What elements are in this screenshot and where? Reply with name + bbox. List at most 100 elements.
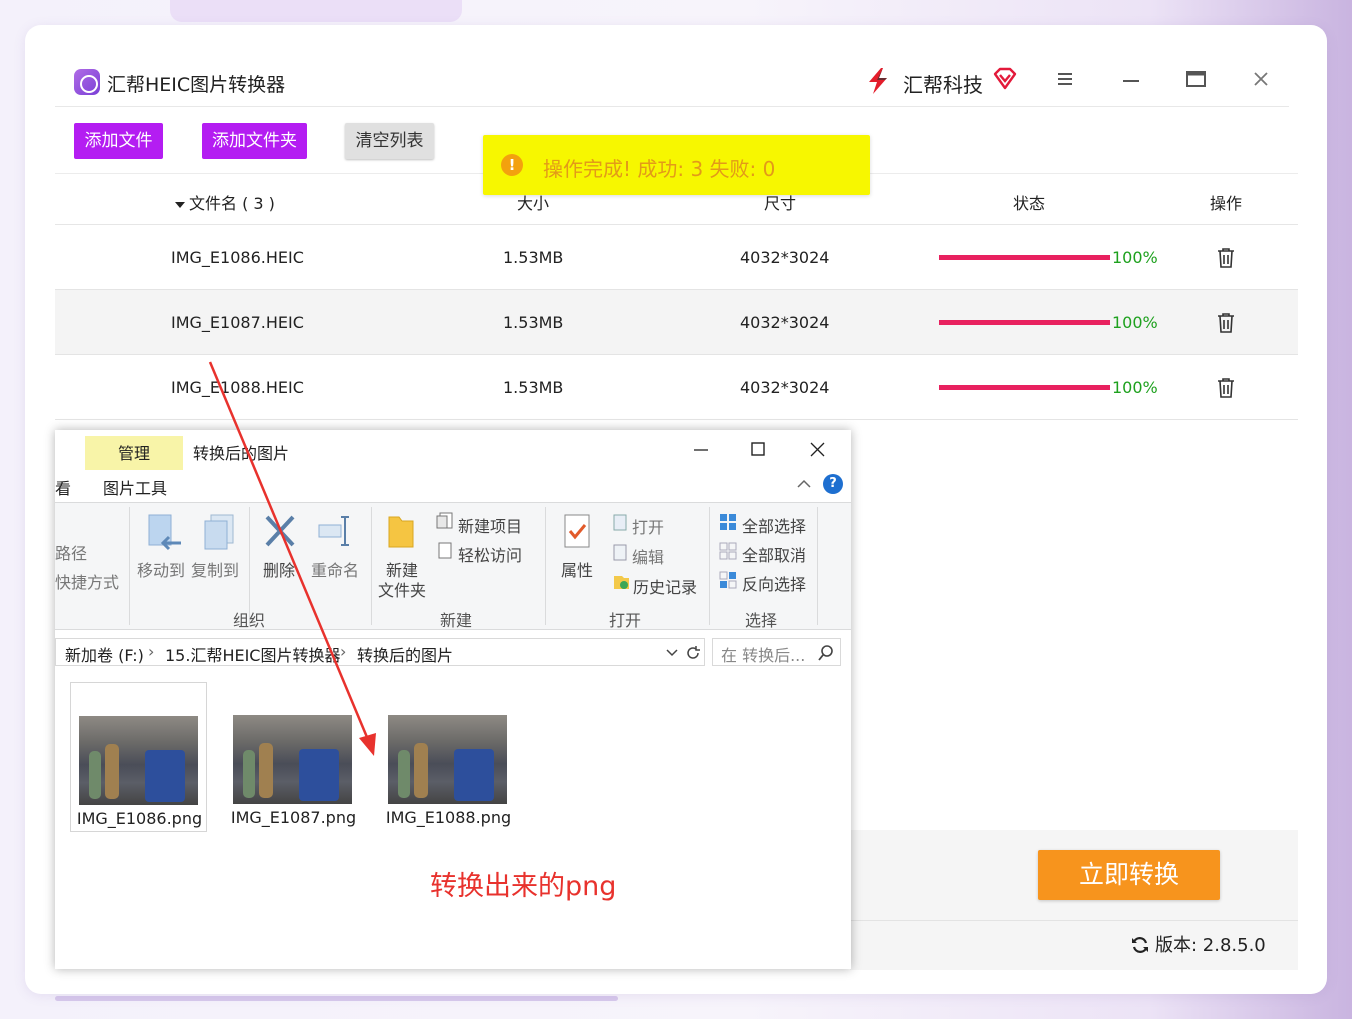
annotation-caption: 转换出来的png: [430, 871, 617, 902]
invert-selection-button[interactable]: 反向选择: [742, 571, 806, 595]
copy-to-button[interactable]: 复制到: [191, 557, 239, 581]
new-folder-icon: [388, 516, 414, 548]
file-size: 1.53MB: [503, 313, 564, 332]
add-file-button[interactable]: 添加文件: [74, 123, 163, 159]
trash-icon[interactable]: [1216, 247, 1236, 269]
breadcrumb-folder[interactable]: 15.汇帮HEIC图片转换器: [165, 642, 340, 666]
photo-thumbnail: [233, 715, 352, 804]
background-bar: [55, 996, 618, 1001]
rename-button[interactable]: 重命名: [311, 557, 359, 581]
version-label: 版本: 2.8.5.0: [1155, 935, 1266, 956]
breadcrumb-chevron-icon: ›: [148, 642, 155, 661]
group-organize: 组织: [233, 611, 266, 630]
group-open: 打开: [609, 611, 642, 630]
search-placeholder: 在 转换后...: [721, 646, 806, 665]
select-all-icon: [720, 514, 736, 530]
title-bar: 汇帮HEIC图片转换器 汇帮科技: [55, 55, 1289, 107]
file-name: IMG_E1087.HEIC: [171, 313, 304, 332]
sort-down-icon: [175, 201, 185, 208]
address-dropdown-icon[interactable]: [665, 647, 679, 659]
tab-view[interactable]: 看: [55, 475, 71, 499]
edit-button[interactable]: 编辑: [632, 544, 664, 568]
menu-icon[interactable]: [1053, 69, 1077, 93]
select-all-button[interactable]: 全部选择: [742, 513, 806, 537]
progress-fill: [939, 320, 1110, 325]
tab-picture-tools[interactable]: 图片工具: [103, 475, 167, 499]
group-new: 新建: [440, 611, 473, 630]
clear-list-button[interactable]: 清空列表: [345, 123, 434, 159]
select-none-button[interactable]: 全部取消: [742, 542, 806, 566]
address-bar[interactable]: 新加卷 (F:) › 15.汇帮HEIC图片转换器 › 转换后的图片: [55, 638, 705, 666]
open-button[interactable]: 打开: [632, 514, 664, 538]
progress-bar: [939, 320, 1110, 325]
explorer-minimize-icon[interactable]: [691, 440, 711, 460]
ribbon-separator: [129, 507, 130, 625]
breadcrumb-current[interactable]: 转换后的图片: [357, 642, 453, 666]
file-name: IMG_E1088.png: [385, 808, 512, 827]
header-action: 操作: [1210, 194, 1243, 213]
explorer-maximize-icon[interactable]: [748, 440, 768, 460]
convert-now-button[interactable]: 立即转换: [1038, 850, 1220, 900]
photo-thumbnail: [79, 716, 198, 805]
new-folder-label-2[interactable]: 文件夹: [378, 577, 426, 601]
progress-percent: 100%: [1112, 378, 1158, 397]
file-name: IMG_E1086.png: [76, 809, 203, 828]
file-dimensions: 4032*3024: [740, 248, 830, 267]
collapse-ribbon-icon[interactable]: [795, 475, 813, 493]
file-thumbnail[interactable]: IMG_E1087.png: [225, 682, 362, 832]
file-thumbnail[interactable]: IMG_E1088.png: [380, 682, 517, 832]
refresh-folder-icon[interactable]: [684, 644, 702, 662]
history-button[interactable]: 历史记录: [633, 574, 697, 598]
trash-icon[interactable]: [1216, 312, 1236, 334]
file-thumbnail[interactable]: IMG_E1086.png: [70, 682, 207, 832]
info-icon: !: [501, 154, 523, 176]
add-folder-button[interactable]: 添加文件夹: [202, 123, 307, 159]
search-input[interactable]: 在 转换后...: [712, 638, 841, 666]
ribbon-separator: [545, 507, 546, 625]
file-name: IMG_E1087.png: [230, 808, 357, 827]
vip-diamond-icon[interactable]: [992, 67, 1018, 91]
file-size: 1.53MB: [503, 378, 564, 397]
tab-manage[interactable]: 管理: [85, 436, 183, 470]
copy-path-button[interactable]: 路径: [55, 540, 87, 564]
file-size: 1.53MB: [503, 248, 564, 267]
progress-bar: [939, 255, 1110, 260]
progress-percent: 100%: [1112, 248, 1158, 267]
close-icon[interactable]: [1249, 69, 1273, 93]
ribbon: 路径 快捷方式 移动到 复制到 删除 重命名 组织 新建 文件夹 新建项目 轻松…: [55, 502, 851, 630]
trash-icon[interactable]: [1216, 377, 1236, 399]
header-status: 状态: [1013, 194, 1046, 213]
footer-divider: [850, 920, 1298, 921]
brand-name: 汇帮科技: [903, 73, 983, 97]
minimize-icon[interactable]: [1119, 69, 1143, 93]
progress-fill: [939, 385, 1110, 390]
edit-icon: [613, 544, 627, 561]
ribbon-separator: [371, 507, 372, 625]
group-select: 选择: [745, 611, 778, 630]
move-to-icon: [148, 514, 181, 551]
delete-icon: [265, 515, 295, 547]
brand-logo-icon: [869, 68, 887, 94]
easy-access-button[interactable]: 轻松访问: [458, 542, 522, 566]
app-logo-icon: [74, 69, 100, 95]
new-item-button[interactable]: 新建项目: [458, 513, 522, 537]
table-row[interactable]: IMG_E1086.HEIC 1.53MB 4032*3024 100%: [55, 225, 1298, 290]
delete-button[interactable]: 删除: [263, 557, 295, 581]
search-icon[interactable]: [817, 644, 835, 662]
breadcrumb-drive[interactable]: 新加卷 (F:): [65, 642, 144, 666]
select-none-icon: [719, 542, 737, 560]
maximize-icon[interactable]: [1184, 69, 1208, 93]
paste-shortcut-button[interactable]: 快捷方式: [55, 569, 119, 593]
table-row[interactable]: IMG_E1088.HEIC 1.53MB 4032*3024 100%: [55, 355, 1298, 420]
move-to-button[interactable]: 移动到: [137, 557, 185, 581]
history-icon: [614, 576, 629, 589]
help-icon[interactable]: ?: [823, 474, 843, 494]
properties-button[interactable]: 属性: [561, 557, 593, 581]
photo-thumbnail: [388, 715, 507, 804]
success-toast: ! 操作完成! 成功: 3 失败: 0: [483, 135, 870, 195]
header-name[interactable]: 文件名 ( 3 ): [173, 190, 275, 214]
file-dimensions: 4032*3024: [740, 378, 830, 397]
table-row[interactable]: IMG_E1087.HEIC 1.53MB 4032*3024 100%: [55, 290, 1298, 355]
refresh-icon[interactable]: [1130, 935, 1150, 955]
explorer-close-icon[interactable]: [807, 439, 829, 461]
